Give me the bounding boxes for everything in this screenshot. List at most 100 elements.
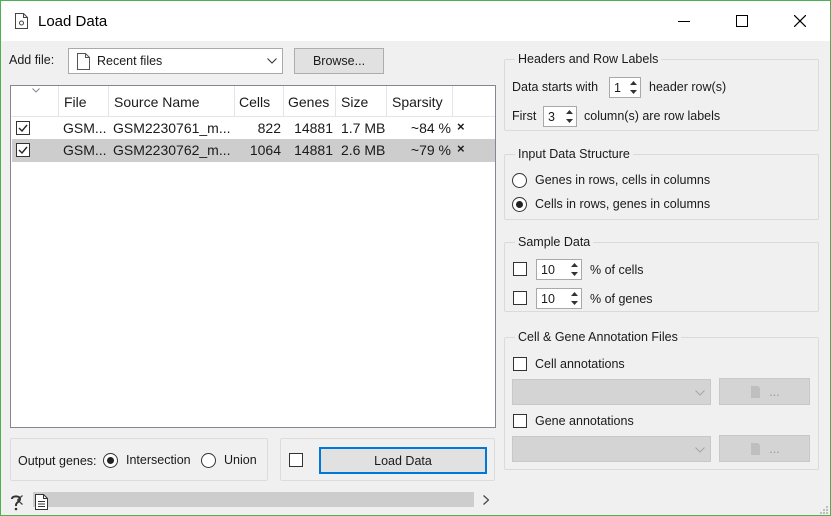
table-header: File Source Name Cells Genes Size Sparsi… (11, 86, 495, 117)
file-table: File Source Name Cells Genes Size Sparsi… (10, 85, 496, 510)
recent-files-combo[interactable]: Recent files (68, 48, 283, 74)
spin-up-icon[interactable] (568, 261, 580, 269)
checkmark-icon (18, 146, 28, 155)
help-icon[interactable] (10, 494, 22, 511)
table-row[interactable]: GSM... GSM2230761_m... 822 14881 1.7 MB … (12, 117, 495, 140)
gene-annotations-browse-button[interactable]: ... (719, 435, 810, 462)
minimize-button[interactable] (655, 1, 713, 41)
cells-percent-suffix: % of cells (590, 263, 644, 277)
genes-percent-spinbox[interactable]: 10 (536, 288, 582, 309)
sample-group-title: Sample Data (515, 235, 594, 249)
structure-group-title: Input Data Structure (515, 147, 633, 161)
check-column-header[interactable] (11, 86, 59, 117)
chevron-down-icon (695, 447, 705, 453)
file-cell: GSM... (63, 120, 107, 136)
annotation-group-title: Cell & Gene Annotation Files (515, 330, 681, 344)
cell-annotations-browse-button[interactable]: ... (719, 378, 810, 405)
cell-annotations-label[interactable]: Cell annotations (535, 357, 625, 371)
input-data-structure-group: Input Data Structure Genes in rows, cell… (504, 147, 819, 220)
file-icon (77, 53, 90, 70)
remove-icon[interactable]: × (457, 141, 465, 156)
maximize-icon (736, 15, 748, 27)
size-cell: 1.7 MB (341, 120, 386, 136)
scroll-right-icon[interactable] (483, 495, 489, 505)
sparsity-column-header[interactable]: Sparsity (387, 86, 453, 117)
genes-cell: 14881 (294, 120, 333, 136)
sample-data-group: Sample Data 10 % of cells 10 % of genes (504, 235, 819, 312)
chevron-down-icon (695, 390, 705, 396)
genes-column-header[interactable]: Genes (284, 86, 336, 117)
load-data-button[interactable]: Load Data (319, 447, 487, 474)
table-row[interactable]: GSM... GSM2230762_m... 1064 14881 2.6 MB… (12, 139, 495, 162)
cell-annotations-combo[interactable] (512, 379, 711, 405)
browse-dots: ... (769, 384, 780, 399)
cells-percent-value: 10 (541, 263, 555, 277)
add-file-label: Add file: (9, 53, 55, 67)
file-cell: GSM... (63, 142, 107, 158)
annotation-files-group: Cell & Gene Annotation Files Cell annota… (504, 330, 819, 470)
output-genes-label: Output genes: (18, 454, 97, 468)
document-app-icon (15, 13, 28, 29)
row-checkbox[interactable] (16, 143, 30, 157)
scrollbar-thumb[interactable] (33, 492, 474, 507)
close-icon (794, 15, 806, 27)
gene-annotations-combo[interactable] (512, 436, 711, 462)
header-rows-suffix: header row(s) (649, 80, 727, 94)
union-radio[interactable] (201, 453, 216, 468)
genes-percent-value: 10 (541, 292, 555, 306)
spin-down-icon[interactable] (568, 270, 580, 278)
first-label: First (512, 109, 537, 123)
data-starts-with-label: Data starts with (512, 80, 599, 94)
checkmark-icon (18, 124, 28, 133)
radio-dot (516, 201, 523, 208)
browse-dots: ... (769, 441, 780, 456)
headers-row-labels-group: Headers and Row Labels Data starts with … (504, 52, 819, 131)
load-data-window: Load Data Add file: Recent files Browse.… (0, 0, 831, 516)
auto-load-checkbox[interactable] (289, 453, 303, 467)
spin-up-icon[interactable] (568, 290, 580, 298)
resize-grip-icon[interactable] (818, 504, 829, 515)
maximize-button[interactable] (713, 1, 771, 41)
intersection-radio[interactable] (103, 453, 118, 468)
cell-annotations-checkbox[interactable] (513, 357, 527, 371)
report-icon[interactable] (35, 494, 48, 510)
minimize-icon (678, 21, 690, 22)
spin-down-icon[interactable] (627, 88, 639, 96)
genes-in-rows-radio[interactable] (512, 173, 527, 188)
chevron-down-icon (267, 58, 277, 64)
row-checkbox[interactable] (16, 121, 30, 135)
window-title: Load Data (38, 13, 108, 30)
cells-in-rows-label[interactable]: Cells in rows, genes in columns (535, 197, 710, 211)
cells-in-rows-radio[interactable] (512, 197, 527, 212)
cells-percent-spinbox[interactable]: 10 (536, 259, 582, 280)
source-name-column-header[interactable]: Source Name (109, 86, 235, 117)
sample-genes-checkbox[interactable] (513, 291, 527, 305)
header-rows-spinbox[interactable]: 1 (609, 77, 641, 98)
gene-annotations-checkbox[interactable] (513, 414, 527, 428)
intersection-label[interactable]: Intersection (126, 453, 191, 467)
output-genes-box: Output genes: Intersection Union (10, 438, 268, 481)
row-label-columns-spinbox[interactable]: 3 (543, 106, 577, 127)
horizontal-scrollbar[interactable] (12, 490, 495, 510)
recent-files-value: Recent files (97, 54, 163, 68)
close-button[interactable] (771, 1, 829, 41)
source-name-cell: GSM2230762_m... (113, 142, 231, 158)
load-data-box: Load Data (280, 438, 495, 481)
sample-cells-checkbox[interactable] (513, 262, 527, 276)
spin-up-icon[interactable] (627, 79, 639, 87)
union-label[interactable]: Union (224, 453, 257, 467)
cells-column-header[interactable]: Cells (235, 86, 284, 117)
gene-annotations-label[interactable]: Gene annotations (535, 414, 634, 428)
browse-button[interactable]: Browse... (294, 48, 384, 74)
sparsity-cell: ~84 % (410, 120, 451, 136)
spin-down-icon[interactable] (568, 299, 580, 307)
genes-cell: 14881 (294, 142, 333, 158)
file-column-header[interactable]: File (59, 86, 109, 117)
spin-down-icon[interactable] (563, 117, 575, 125)
genes-in-rows-label[interactable]: Genes in rows, cells in columns (535, 173, 710, 187)
genes-percent-suffix: % of genes (590, 292, 653, 306)
remove-icon[interactable]: × (457, 119, 465, 134)
size-cell: 2.6 MB (341, 142, 386, 158)
spin-up-icon[interactable] (563, 108, 575, 116)
size-column-header[interactable]: Size (336, 86, 387, 117)
